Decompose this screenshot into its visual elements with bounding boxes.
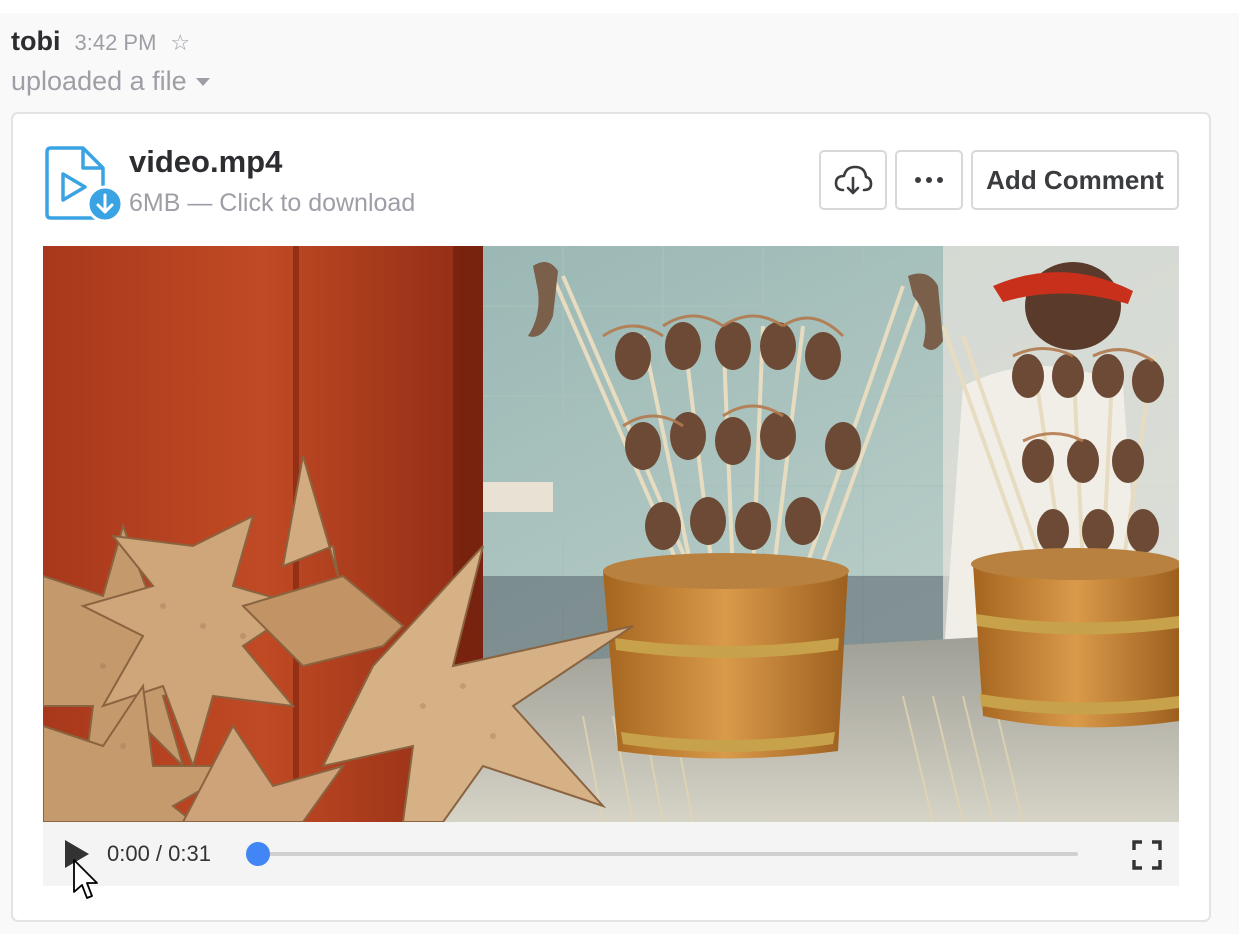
fullscreen-icon[interactable]: [1132, 840, 1162, 870]
file-attachment-card: video.mp4 6MB — Click to download Add Co…: [11, 112, 1211, 922]
message-timestamp[interactable]: 3:42 PM: [74, 30, 156, 56]
video-timecode: 0:00 / 0:31: [107, 841, 211, 866]
message-header: tobi 3:42 PM ☆: [11, 26, 190, 57]
cloud-download-icon: [834, 165, 873, 195]
video-file-icon[interactable]: [43, 144, 124, 224]
more-actions-button[interactable]: [895, 150, 963, 210]
chevron-down-icon[interactable]: [195, 77, 210, 86]
sender-name[interactable]: tobi: [11, 26, 60, 57]
video-frame[interactable]: [43, 246, 1179, 822]
download-button[interactable]: [819, 150, 887, 210]
seek-thumb[interactable]: [246, 842, 270, 866]
more-horizontal-icon: [915, 177, 943, 183]
add-comment-button[interactable]: Add Comment: [971, 150, 1179, 210]
file-name[interactable]: video.mp4: [129, 144, 282, 180]
file-meta[interactable]: 6MB — Click to download: [129, 189, 415, 218]
message-action: uploaded a file: [11, 66, 210, 97]
video-player[interactable]: 0:00 / 0:31: [43, 246, 1179, 886]
top-band: [0, 0, 1239, 13]
star-icon[interactable]: ☆: [170, 30, 190, 56]
action-text: uploaded a file: [11, 66, 187, 96]
seek-bar[interactable]: [258, 852, 1078, 856]
video-controls: 0:00 / 0:31: [43, 822, 1179, 886]
mouse-cursor-icon: [73, 859, 98, 899]
